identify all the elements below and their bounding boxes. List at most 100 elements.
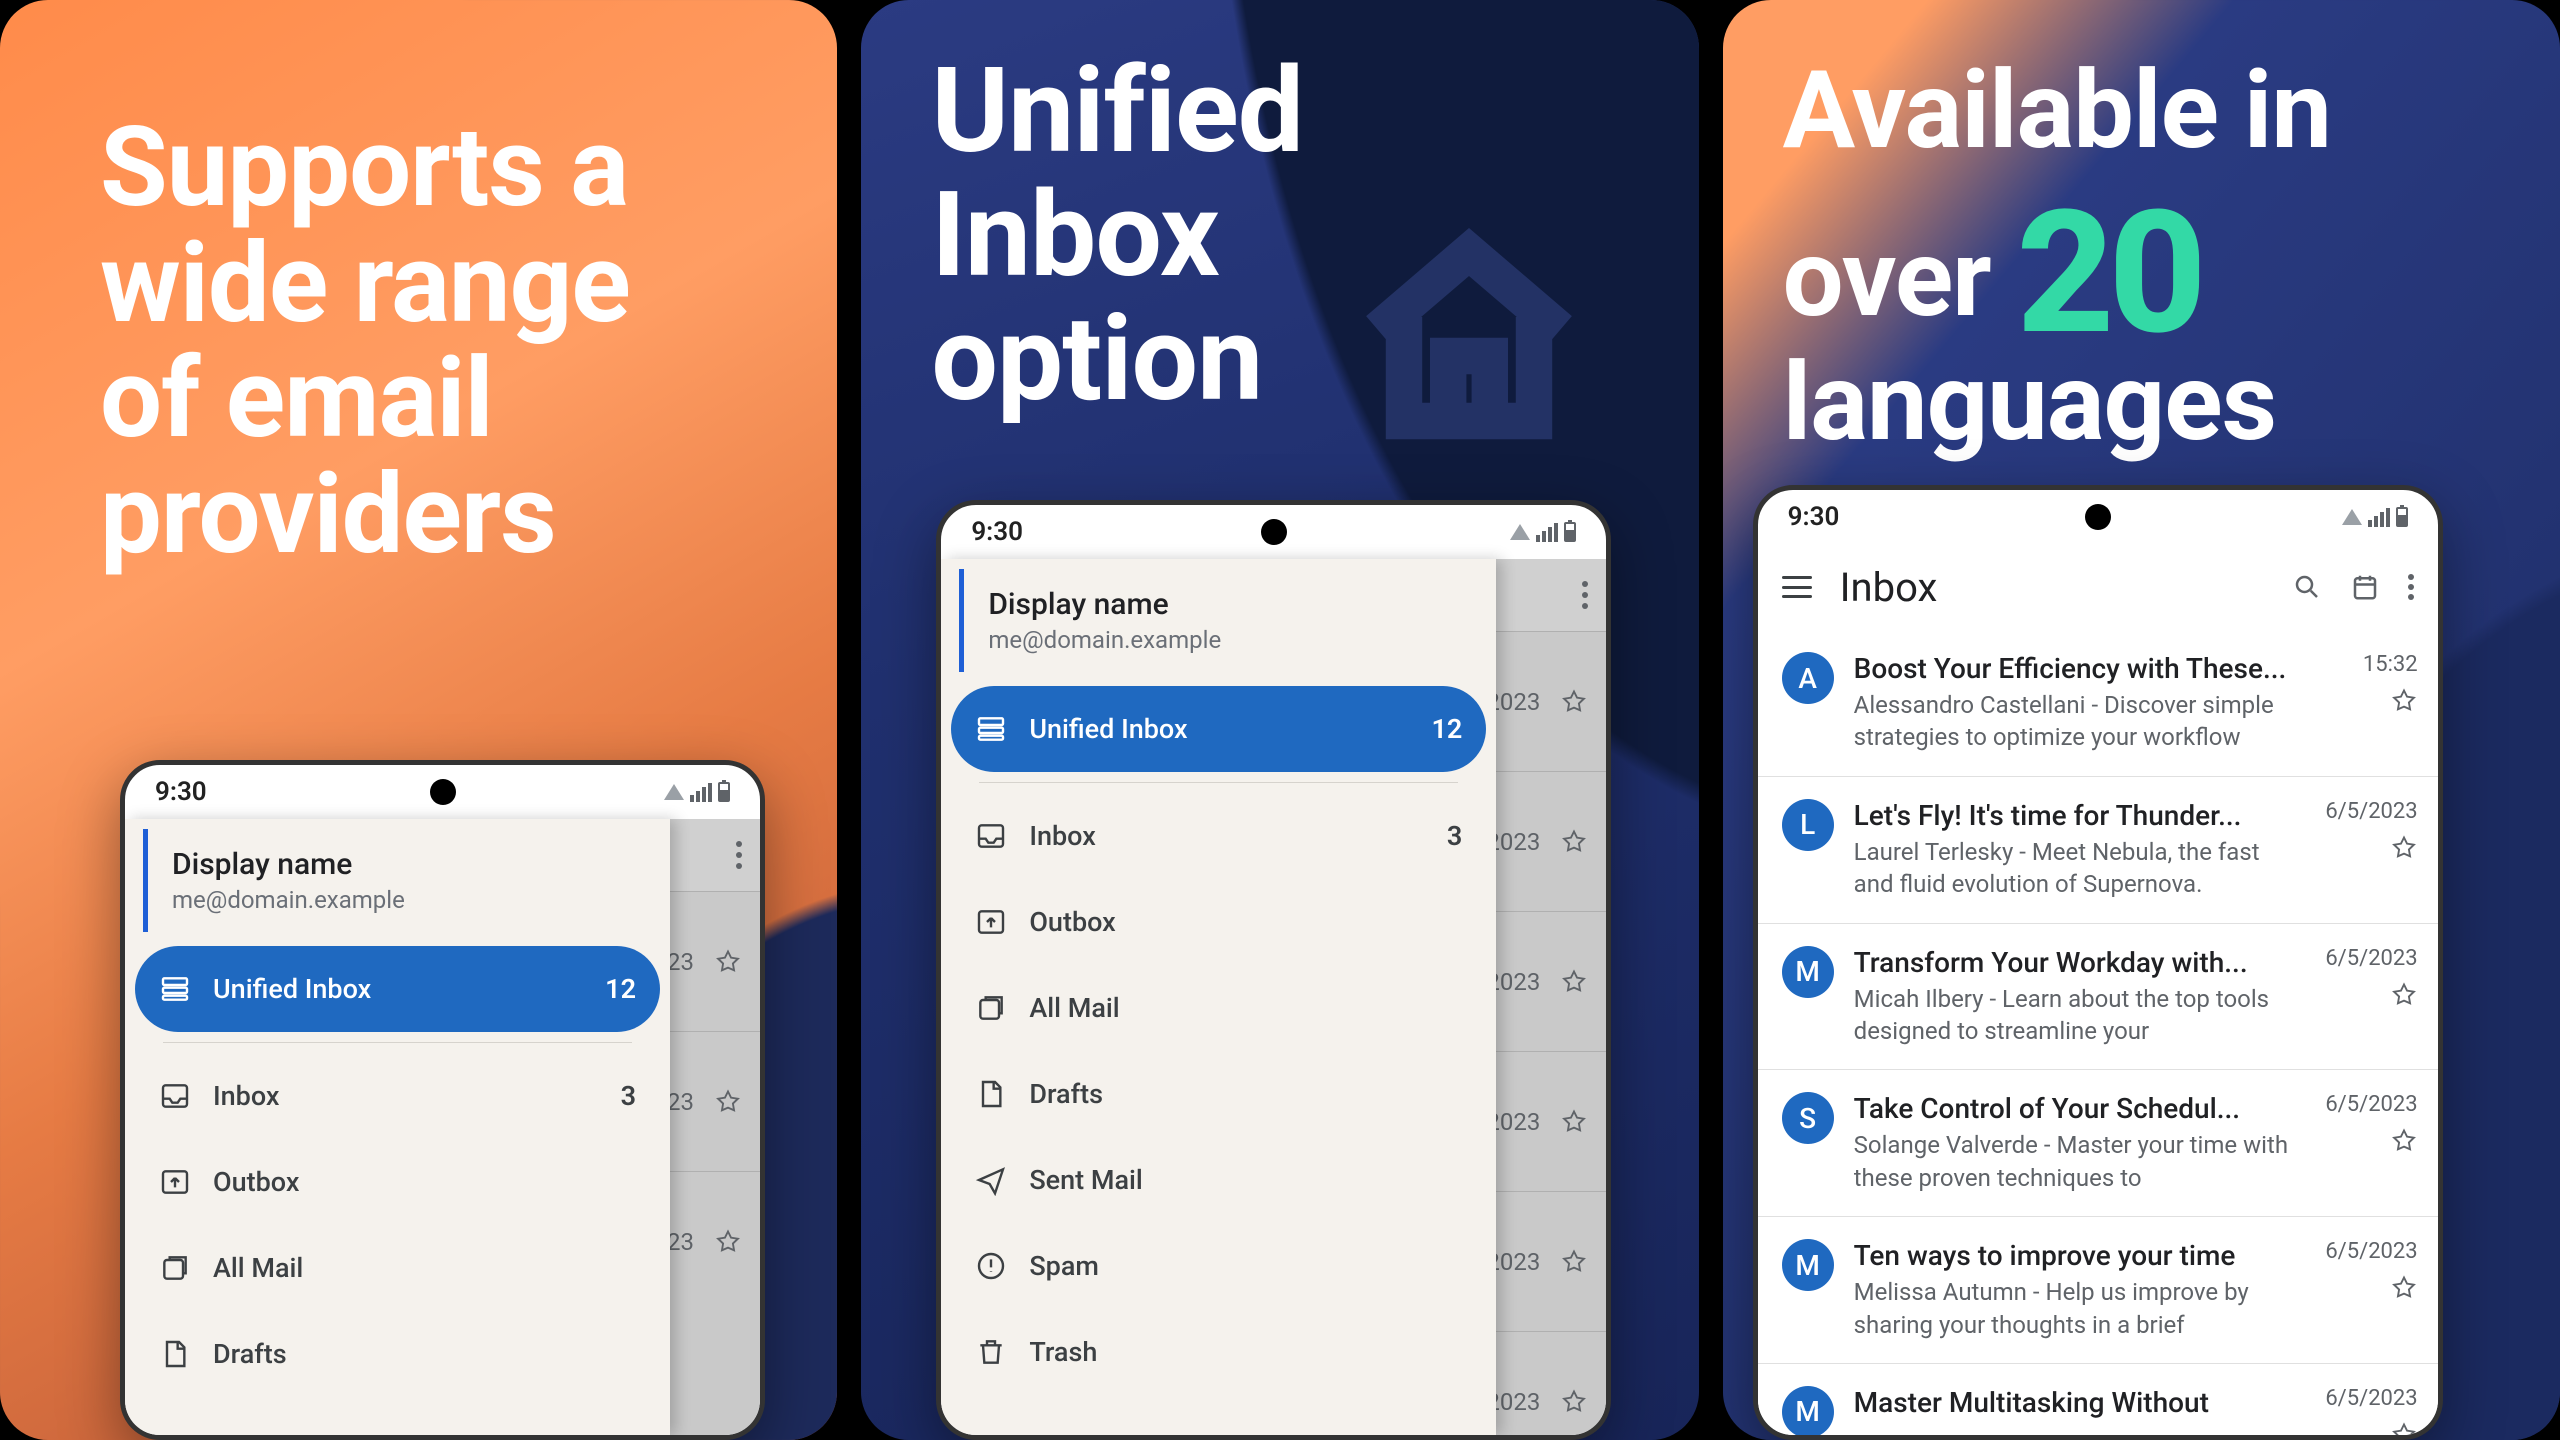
- account-header[interactable]: Display name me@domain.example: [143, 829, 652, 932]
- star-icon[interactable]: [714, 1228, 742, 1256]
- display-name: Display name: [988, 587, 1460, 622]
- avatar: M: [1782, 946, 1834, 998]
- star-icon[interactable]: [1560, 1248, 1588, 1276]
- mail-date: 15:32: [2363, 652, 2418, 677]
- mail-date: 6/5/2023: [2325, 1092, 2417, 1117]
- nav-item-count: 3: [621, 1080, 636, 1112]
- outbox-icon: [975, 906, 1007, 938]
- star-icon[interactable]: [714, 948, 742, 976]
- nav-item-unified-inbox[interactable]: Unified Inbox 12: [135, 946, 660, 1032]
- nav-item-label: All Mail: [1029, 992, 1119, 1024]
- nav-item-sent[interactable]: Sent Mail: [951, 1137, 1486, 1223]
- star-icon[interactable]: [2390, 1421, 2418, 1435]
- mail-row[interactable]: L Let's Fly! It's time for Thunder... La…: [1758, 777, 2438, 924]
- appbar-title: Inbox: [1840, 564, 1938, 611]
- phone-mock-drawer-short: 9:30 2023 2023 2023 Display name: [120, 760, 765, 1440]
- nav-item-label: Outbox: [1029, 906, 1115, 938]
- calendar-icon[interactable]: [2350, 572, 2380, 602]
- nav-item-outbox[interactable]: Outbox: [951, 879, 1486, 965]
- outbox-icon: [159, 1166, 191, 1198]
- star-icon[interactable]: [1560, 1108, 1588, 1136]
- battery-icon: [1564, 522, 1576, 542]
- mail-row[interactable]: S Take Control of Your Schedul... Solang…: [1758, 1070, 2438, 1217]
- mail-row[interactable]: M Ten ways to improve your time Melissa …: [1758, 1217, 2438, 1364]
- nav-item-label: Inbox: [1029, 820, 1095, 852]
- star-icon[interactable]: [2390, 687, 2418, 721]
- mail-date: 6/5/2023: [2325, 799, 2417, 824]
- headline: Available in over 20 languages: [1783, 55, 2331, 460]
- nav-item-all-mail[interactable]: All Mail: [135, 1225, 660, 1311]
- nav-item-inbox[interactable]: Inbox 3: [135, 1053, 660, 1139]
- mail-row[interactable]: M Master Multitasking Without 6/5/2023: [1758, 1364, 2438, 1435]
- headline: Supports a wide range of email providers: [100, 110, 630, 572]
- star-icon[interactable]: [2390, 981, 2418, 1015]
- mail-preview: Alessandro Castellani - Discover simple …: [1854, 689, 2343, 754]
- signal-icon: [690, 783, 712, 802]
- mail-date: 6/5/2023: [2325, 1386, 2417, 1411]
- mail-subject: Transform Your Workday with...: [1854, 946, 2306, 979]
- hamburger-menu-button[interactable]: [1782, 576, 1812, 598]
- nav-item-label: Drafts: [1029, 1078, 1103, 1110]
- battery-icon: [718, 782, 730, 802]
- clock: 9:30: [1788, 502, 1840, 532]
- inbox-icon: [975, 820, 1007, 852]
- account-email: me@domain.example: [988, 626, 1460, 654]
- mail-preview: Micah Ilbery - Learn about the top tools…: [1854, 983, 2306, 1048]
- spam-icon: [975, 1250, 1007, 1282]
- star-icon[interactable]: [1560, 688, 1588, 716]
- mail-subject: Take Control of Your Schedul...: [1854, 1092, 2306, 1125]
- signal-icon: [2368, 508, 2390, 527]
- display-name: Display name: [172, 847, 634, 882]
- nav-item-label: Unified Inbox: [213, 973, 371, 1005]
- overflow-menu-button[interactable]: [2408, 574, 2414, 600]
- drafts-icon: [159, 1338, 191, 1370]
- promo-panel-unified: Unified Inbox option 9:30 2023 2023 202: [861, 0, 1698, 1440]
- camera-cutout: [1261, 519, 1287, 545]
- nav-item-inbox[interactable]: Inbox 3: [951, 793, 1486, 879]
- nav-item-trash[interactable]: Trash: [951, 1309, 1486, 1395]
- nav-item-unified-inbox[interactable]: Unified Inbox 12: [951, 686, 1486, 772]
- star-icon[interactable]: [2390, 1127, 2418, 1161]
- app-bar: Inbox: [1758, 544, 2438, 630]
- unified-inbox-icon: [975, 713, 1007, 745]
- star-icon[interactable]: [1560, 968, 1588, 996]
- inbox-icon: [159, 1080, 191, 1112]
- status-bar: 9:30: [941, 505, 1606, 559]
- avatar: M: [1782, 1239, 1834, 1291]
- nav-item-drafts[interactable]: Drafts: [135, 1311, 660, 1397]
- account-header[interactable]: Display name me@domain.example: [959, 569, 1478, 672]
- status-bar: 9:30: [1758, 490, 2438, 544]
- account-email: me@domain.example: [172, 886, 634, 914]
- nav-item-spam[interactable]: Spam: [951, 1223, 1486, 1309]
- sent-icon: [975, 1164, 1007, 1196]
- nav-item-all-mail[interactable]: All Mail: [951, 965, 1486, 1051]
- star-icon[interactable]: [2390, 1274, 2418, 1308]
- star-icon[interactable]: [714, 1088, 742, 1116]
- signal-icon: [1536, 523, 1558, 542]
- status-bar: 9:30: [125, 765, 760, 819]
- nav-item-label: All Mail: [213, 1252, 303, 1284]
- nav-item-outbox[interactable]: Outbox: [135, 1139, 660, 1225]
- wifi-icon: [2342, 509, 2362, 525]
- all-mail-icon: [975, 992, 1007, 1024]
- mail-date: 6/5/2023: [2325, 1239, 2417, 1264]
- mail-row[interactable]: M Transform Your Workday with... Micah I…: [1758, 924, 2438, 1071]
- overflow-menu-button[interactable]: [1582, 581, 1588, 609]
- wifi-icon: [664, 784, 684, 800]
- nav-item-count: 12: [1431, 713, 1462, 745]
- star-icon[interactable]: [1560, 1388, 1588, 1416]
- nav-drawer: Display name me@domain.example Unified I…: [941, 559, 1496, 1435]
- mail-list[interactable]: A Boost Your Efficiency with These... Al…: [1758, 630, 2438, 1435]
- drafts-icon: [975, 1078, 1007, 1110]
- overflow-menu-button[interactable]: [736, 841, 742, 869]
- promo-panel-languages: Available in over 20 languages 9:30 Inbo…: [1723, 0, 2560, 1440]
- mail-row[interactable]: A Boost Your Efficiency with These... Al…: [1758, 630, 2438, 777]
- search-icon[interactable]: [2292, 572, 2322, 602]
- nav-item-label: Spam: [1029, 1250, 1099, 1282]
- avatar: S: [1782, 1092, 1834, 1144]
- nav-item-drafts[interactable]: Drafts: [951, 1051, 1486, 1137]
- star-icon[interactable]: [2390, 834, 2418, 868]
- star-icon[interactable]: [1560, 828, 1588, 856]
- mail-subject: Master Multitasking Without: [1854, 1386, 2306, 1419]
- unified-inbox-icon: [159, 973, 191, 1005]
